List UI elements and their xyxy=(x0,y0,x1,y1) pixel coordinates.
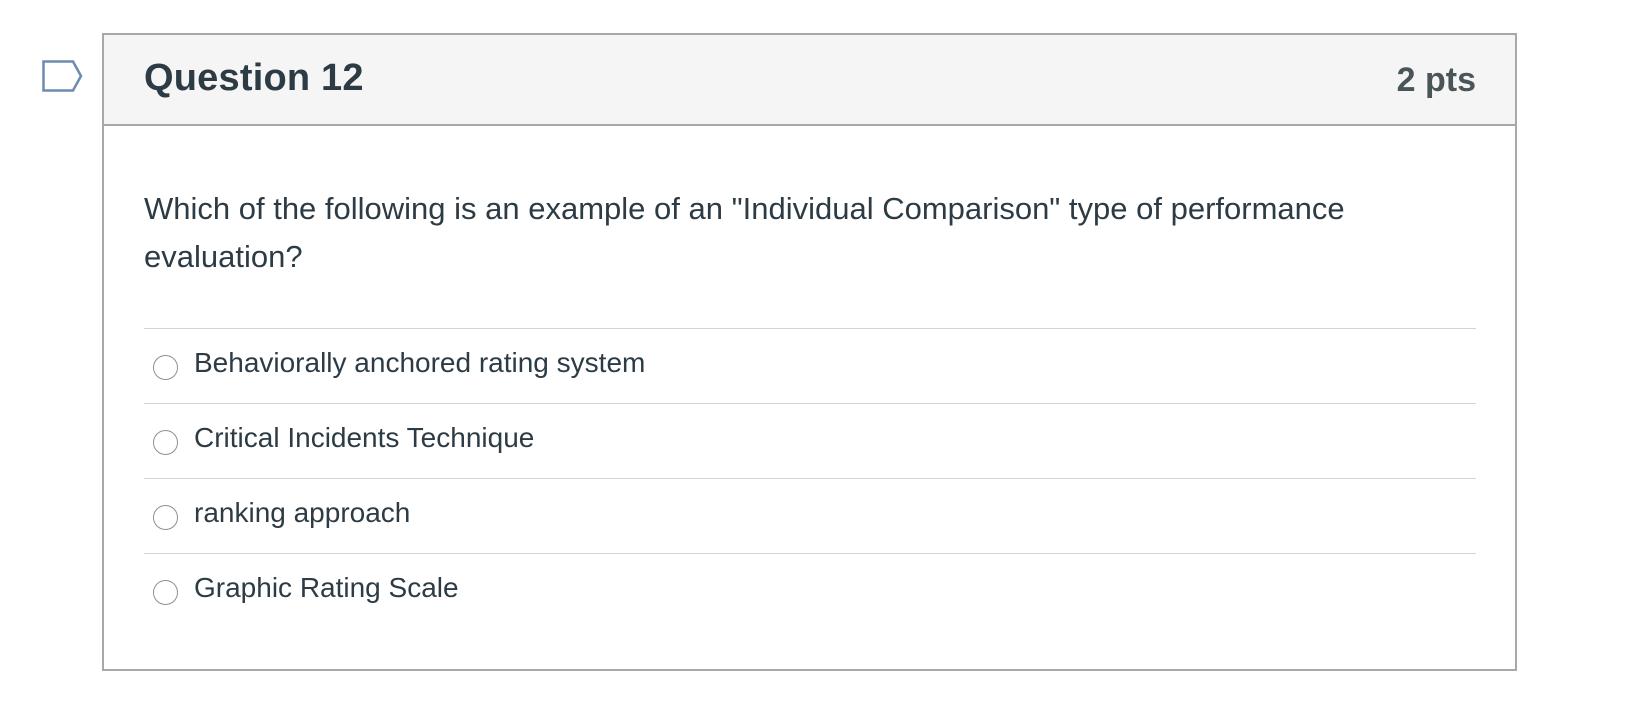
radio-button[interactable] xyxy=(153,430,178,455)
radio-button[interactable] xyxy=(153,580,178,605)
radio-button[interactable] xyxy=(153,505,178,530)
answer-label[interactable]: Behaviorally anchored rating system xyxy=(194,347,645,379)
question-header: Question 12 2 pts xyxy=(104,35,1515,126)
answer-label[interactable]: Critical Incidents Technique xyxy=(194,422,534,454)
flag-question-button[interactable] xyxy=(42,60,84,94)
flag-outline-icon xyxy=(42,60,83,92)
answer-option[interactable]: Behaviorally anchored rating system xyxy=(144,329,1476,404)
question-points: 2 pts xyxy=(1396,61,1476,99)
question-card: Question 12 2 pts Which of the following… xyxy=(102,33,1517,671)
radio-button[interactable] xyxy=(153,355,178,380)
answer-label[interactable]: ranking approach xyxy=(194,497,410,529)
answer-option[interactable]: Graphic Rating Scale xyxy=(144,554,1476,629)
answer-option[interactable]: Critical Incidents Technique xyxy=(144,404,1476,479)
question-text: Which of the following is an example of … xyxy=(144,191,1345,274)
answer-list: Behaviorally anchored rating system Crit… xyxy=(144,328,1476,629)
question-title: Question 12 xyxy=(144,57,364,99)
answer-label[interactable]: Graphic Rating Scale xyxy=(194,572,459,604)
answer-option[interactable]: ranking approach xyxy=(144,479,1476,554)
